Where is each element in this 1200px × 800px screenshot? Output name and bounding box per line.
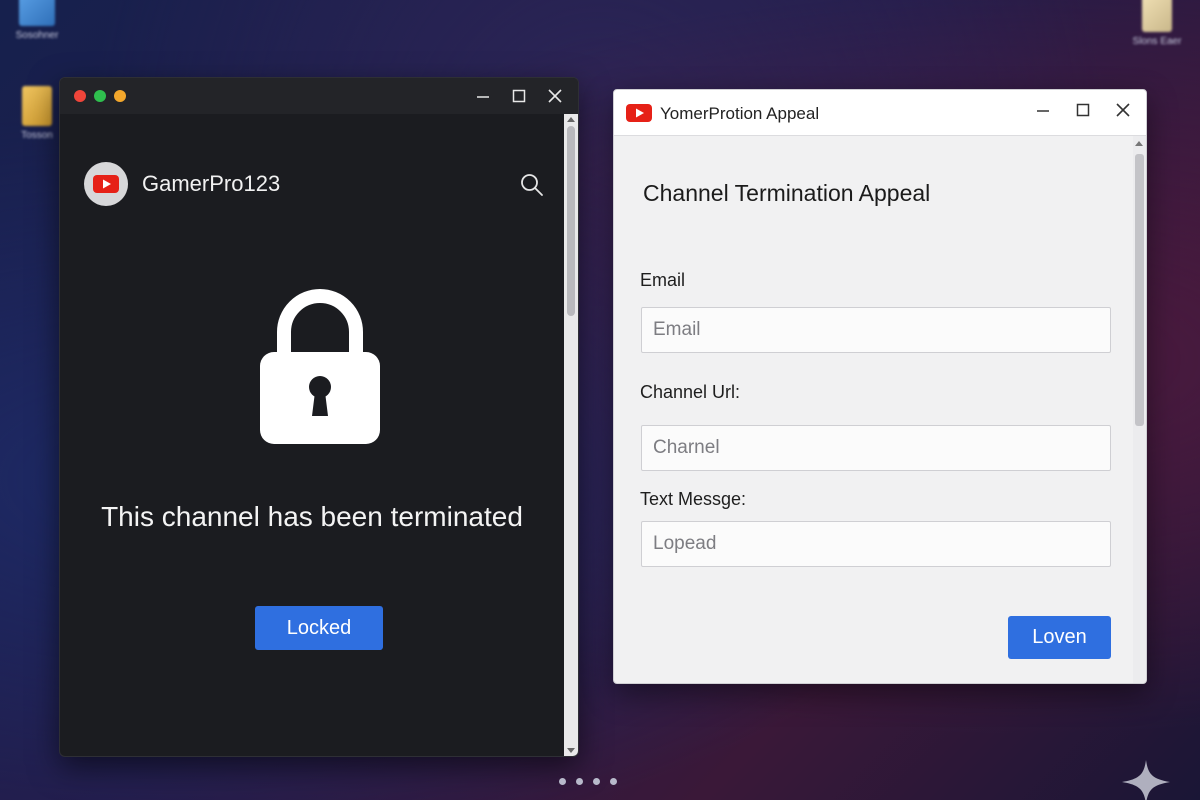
- search-button[interactable]: [520, 173, 544, 202]
- traffic-lights: [74, 90, 126, 102]
- text-message-field[interactable]: [641, 521, 1111, 567]
- close-icon: [548, 89, 562, 103]
- minimize-button[interactable]: [1036, 102, 1050, 122]
- window-controls: [1036, 102, 1130, 122]
- desktop-icon-3[interactable]: Slons Eaer: [1122, 0, 1192, 47]
- channel-url-label: Channel Url:: [640, 382, 741, 402]
- search-icon: [521, 174, 543, 196]
- desktop-icon-1[interactable]: Sosohner: [2, 0, 72, 41]
- text-message-label: Text Messge:: [640, 489, 747, 509]
- termination-message: This channel has been terminated: [101, 501, 523, 532]
- minimize-button[interactable]: [476, 86, 490, 106]
- scrollbar-thumb[interactable]: [567, 126, 575, 316]
- minimize-icon: [1037, 110, 1049, 112]
- window-titlebar[interactable]: YomerProtion Appeal: [614, 90, 1146, 136]
- channel-name: GamerPro123: [142, 171, 281, 196]
- close-button[interactable]: [548, 86, 562, 106]
- locked-button[interactable]: Locked: [255, 606, 383, 650]
- folder-icon: [22, 86, 52, 126]
- channel-url-field[interactable]: [641, 425, 1111, 471]
- minimize-icon: [477, 96, 489, 98]
- email-label: Email: [640, 270, 686, 290]
- page-dot[interactable]: [593, 778, 600, 785]
- minimize-dot-button[interactable]: [114, 90, 126, 102]
- youtube-logo-icon: [93, 175, 119, 193]
- appeal-window: YomerProtion Appeal Channel Termination …: [613, 89, 1147, 684]
- submit-button[interactable]: Loven: [1008, 616, 1111, 659]
- channel-header: GamerPro123: [84, 162, 280, 206]
- scroll-down-arrow[interactable]: [567, 748, 575, 753]
- window-title: YomerProtion Appeal: [660, 104, 820, 123]
- scrollbar-thumb[interactable]: [1135, 154, 1144, 426]
- page-indicator: [559, 778, 617, 785]
- maximize-icon: [1076, 103, 1090, 117]
- close-icon: [1116, 103, 1130, 117]
- page-dot[interactable]: [576, 778, 583, 785]
- close-dot-button[interactable]: [74, 90, 86, 102]
- youtube-logo-icon: [626, 104, 652, 122]
- avatar[interactable]: [84, 162, 128, 206]
- email-field[interactable]: [641, 307, 1111, 353]
- desktop-icon-label: Slons Eaer: [1132, 36, 1182, 47]
- document-icon: [1142, 0, 1172, 32]
- lock-icon: [260, 289, 380, 444]
- desktop-icon-label: Sosohner: [15, 30, 59, 41]
- window-controls: [476, 86, 562, 106]
- sparkle-icon: [1122, 760, 1170, 800]
- page-dot[interactable]: [610, 778, 617, 785]
- scrollbar[interactable]: [564, 114, 578, 756]
- maximize-icon: [512, 89, 526, 103]
- maximize-button[interactable]: [1076, 102, 1090, 122]
- channel-window: GamerPro123 This channel has been termin…: [59, 77, 579, 757]
- maximize-dot-button[interactable]: [94, 90, 106, 102]
- monitor-icon: [19, 0, 55, 26]
- scroll-up-arrow[interactable]: [567, 117, 575, 122]
- close-button[interactable]: [1116, 102, 1130, 122]
- maximize-button[interactable]: [512, 86, 526, 106]
- form-title: Channel Termination Appeal: [643, 180, 931, 206]
- scrollbar[interactable]: [1133, 136, 1146, 683]
- page-dot[interactable]: [559, 778, 566, 785]
- scroll-up-arrow[interactable]: [1135, 141, 1143, 146]
- window-titlebar[interactable]: [60, 78, 578, 114]
